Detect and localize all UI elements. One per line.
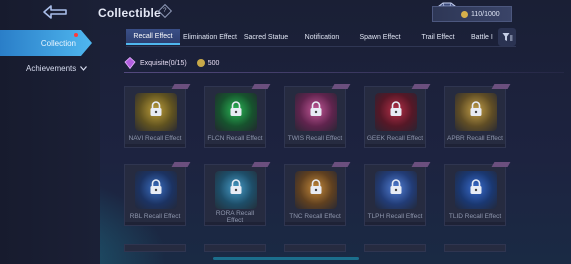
collectible-card[interactable]: TNC Recall Effect <box>284 162 351 226</box>
tab-trail-effect[interactable]: Trail Effect <box>408 29 468 45</box>
exquisite-gem-icon <box>124 57 136 69</box>
sidebar: Collection Achievements <box>0 0 100 264</box>
collectible-card-partial[interactable] <box>444 244 506 252</box>
card-label: GEEK Recall Effect <box>366 135 424 142</box>
collectible-card[interactable]: RORA Recall Effect <box>204 162 271 226</box>
tab-bar: Recall Effect Elimination Effect Sacred … <box>126 29 500 45</box>
tab-divider <box>126 46 516 47</box>
section-header: Exquisite(0/15) 500 <box>124 56 564 70</box>
sidebar-item-collection[interactable]: Collection <box>0 30 92 56</box>
sidebar-item-label: Achievements <box>26 64 77 73</box>
lock-icon <box>150 179 162 194</box>
tab-battle[interactable]: Battle I <box>468 29 500 45</box>
card-label: NAVI Recall Effect <box>128 135 182 142</box>
collectible-card[interactable]: RBL Recall Effect <box>124 162 191 226</box>
lock-icon <box>230 101 242 116</box>
tab-recall-effect[interactable]: Recall Effect <box>126 29 180 45</box>
sidebar-item-label: Collection <box>40 38 76 48</box>
collectible-card[interactable]: TLID Recall Effect <box>444 162 511 226</box>
card-label: TLID Recall Effect <box>448 213 502 220</box>
section-cost: 500 <box>207 59 220 67</box>
collectible-card[interactable]: TWIS Recall Effect <box>284 84 351 148</box>
filter-icon <box>502 33 512 41</box>
card-label: APBR Recall Effect <box>447 135 503 142</box>
collectible-card[interactable]: TLPH Recall Effect <box>364 162 431 226</box>
collectible-card[interactable]: APBR Recall Effect <box>444 84 511 148</box>
sidebar-item-achievements[interactable]: Achievements <box>26 64 88 73</box>
coin-icon <box>196 59 205 67</box>
card-label: TWIS Recall Effect <box>287 135 343 142</box>
collectible-card[interactable]: FLCN Recall Effect <box>204 84 271 148</box>
tab-sacred-statue[interactable]: Sacred Statue <box>240 29 292 45</box>
lock-icon <box>230 179 242 194</box>
chevron-down-icon <box>80 66 88 71</box>
collectible-card-partial[interactable] <box>124 244 186 252</box>
lock-icon <box>310 101 322 116</box>
lock-icon <box>390 101 402 116</box>
page-title: Collectible <box>98 6 161 20</box>
card-label: RBL Recall Effect <box>129 213 181 220</box>
currency-counter: 110/1000 <box>432 6 512 22</box>
back-arrow-icon <box>43 5 67 19</box>
lock-icon <box>390 179 402 194</box>
collectible-card[interactable]: NAVI Recall Effect <box>124 84 191 148</box>
card-label: FLCN Recall Effect <box>207 135 263 142</box>
coin-icon <box>461 10 468 18</box>
filter-button[interactable] <box>498 28 516 46</box>
collectible-card-partial[interactable] <box>284 244 346 252</box>
section-divider <box>124 72 564 73</box>
tab-notification[interactable]: Notification <box>292 29 352 45</box>
collectible-card-partial[interactable] <box>364 244 426 252</box>
currency-value: 110/1000 <box>471 10 500 18</box>
card-label: TNC Recall Effect <box>289 213 341 220</box>
card-label: TLPH Recall Effect <box>367 213 423 220</box>
home-indicator[interactable] <box>213 257 359 260</box>
back-button[interactable] <box>40 3 72 21</box>
lock-icon <box>470 101 482 116</box>
tab-spawn-effect[interactable]: Spawn Effect <box>352 29 408 45</box>
tab-elimination-effect[interactable]: Elimination Effect <box>180 29 240 45</box>
notification-dot <box>74 33 78 37</box>
section-label: Exquisite(0/15) <box>140 59 187 67</box>
lock-icon <box>470 179 482 194</box>
lock-icon <box>310 179 322 194</box>
lock-icon <box>150 101 162 116</box>
collectible-card[interactable]: GEEK Recall Effect <box>364 84 431 148</box>
collectible-card-partial[interactable] <box>204 244 266 252</box>
